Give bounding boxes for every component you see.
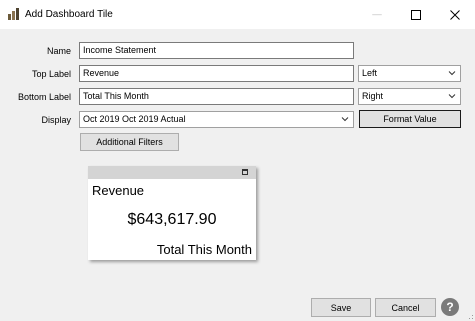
chevron-down-icon: [448, 71, 456, 76]
maximize-icon: [411, 9, 421, 20]
tile-window-icon[interactable]: [242, 169, 248, 175]
maximize-button[interactable]: [398, 0, 434, 29]
top-label-input[interactable]: Revenue: [79, 65, 354, 82]
bottom-label-input[interactable]: Total This Month: [79, 88, 354, 105]
name-label: Name: [46, 46, 71, 56]
format-value-button[interactable]: Format Value: [359, 110, 461, 128]
name-input[interactable]: Income Statement: [79, 42, 354, 59]
top-label-align-value: Left: [362, 68, 378, 78]
cancel-button[interactable]: Cancel: [375, 298, 436, 317]
minimize-icon: —: [372, 9, 382, 20]
save-button[interactable]: Save: [311, 298, 371, 317]
display-value: Oct 2019 Oct 2019 Actual: [83, 114, 186, 124]
resize-grip-icon[interactable]: [466, 312, 474, 320]
top-label-label: Top Label: [31, 69, 71, 79]
tile-top-label: Revenue: [92, 183, 145, 198]
minimize-button[interactable]: —: [359, 0, 395, 29]
chevron-down-icon: [341, 117, 349, 122]
add-dashboard-tile-dialog: Add Dashboard Tile — Name Income Stateme…: [0, 0, 475, 321]
close-icon: [450, 9, 460, 20]
title-bar[interactable]: Add Dashboard Tile —: [0, 0, 475, 29]
close-button[interactable]: [437, 0, 473, 29]
tile-bottom-label: Total This Month: [156, 242, 252, 257]
tile-header: [88, 166, 256, 179]
bottom-label-label: Bottom Label: [17, 92, 71, 102]
display-select[interactable]: Oct 2019 Oct 2019 Actual: [79, 111, 354, 128]
chevron-down-icon: [448, 94, 456, 99]
top-label-align-select[interactable]: Left: [358, 65, 461, 82]
help-icon[interactable]: ?: [441, 298, 459, 316]
tile-value: $643,617.90: [127, 211, 217, 228]
window-title: Add Dashboard Tile: [25, 9, 113, 20]
tile-preview: Revenue $643,617.90 Total This Month: [88, 166, 256, 260]
bottom-label-align-select[interactable]: Right: [358, 88, 461, 105]
additional-filters-button[interactable]: Additional Filters: [80, 133, 179, 151]
dashboard-app-icon: [7, 7, 21, 21]
bottom-label-align-value: Right: [362, 91, 384, 101]
display-label: Display: [41, 115, 71, 125]
